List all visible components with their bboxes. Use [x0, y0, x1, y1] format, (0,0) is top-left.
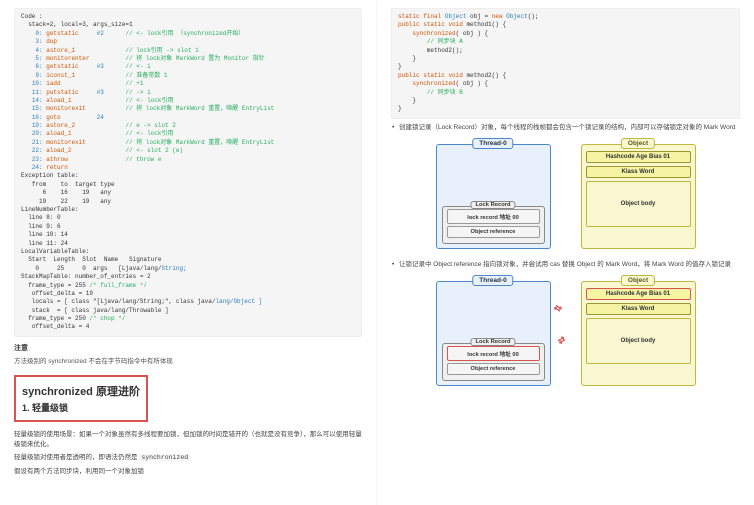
bytecode-line: 0: getstatic #2 // <- lock引用 （synchroniz… [21, 30, 355, 38]
exc-row: 19 22 19 any [21, 198, 355, 206]
cell-lockrecord-addr: lock record 地址 00 [447, 209, 540, 224]
stack-info: stack=2, local=3, args_size=1 [21, 21, 355, 29]
code-line: method2(); [398, 47, 733, 55]
para-scenario: 轻量级锁的使用场景：如果一个对象虽然有多线程要加锁，但加锁的时间是错开的（也就是… [14, 430, 362, 450]
bytecode-line: 15: monitorexit // 将 lock对象 MarkWord 重置，… [21, 105, 355, 113]
thread0-title: Thread-0 [472, 138, 513, 149]
code-line: synchronized( obj ) { [398, 80, 733, 88]
thread0-title: Thread-0 [472, 275, 513, 286]
bytecode-line: 9: iconst_1 // 准备常数 1 [21, 72, 355, 80]
thread0-panel: Thread-0 Lock Record lock record 地址 00 O… [436, 281, 551, 386]
smt-stack: stack = [ class java/lang/Throwable ] [21, 307, 355, 315]
note-text: 方法级别的 synchronized 不会在字节码指令中有所体现 [14, 355, 362, 365]
lnt-row: line 8: 0 [21, 214, 355, 222]
lvt-row: 0 25 0 args [Ljava/lang/String; [21, 265, 355, 273]
code-line: public static void method1() { [398, 21, 733, 29]
diagram-cas-swap: Thread-0 Lock Record lock record 地址 00 O… [436, 273, 696, 393]
smt-frame1: frame_type = 255 /* full_frame */ [21, 282, 355, 290]
bytecode-line: 20: aload_1 // <- lock引用 [21, 130, 355, 138]
cell-klass: Klass Word [586, 303, 691, 315]
smt-header: StackMapTable: number_of_entries = 2 [21, 273, 355, 281]
para-assume: 假设有两个方法同步块，利用同一个对象加锁 [14, 467, 362, 477]
right-page: static final Object obj = new Object();p… [377, 0, 754, 505]
lnt-row: line 11: 24 [21, 240, 355, 248]
lock-record-panel: Lock Record lock record 地址 00 Object ref… [442, 343, 545, 381]
smt-locals: locals = [ class "[Ljava/lang/String;", … [21, 298, 355, 306]
cell-hashcode: Hashcode Age Bias 01 [586, 288, 691, 300]
heading-lightlock: 1. 轻量级锁 [22, 401, 140, 414]
left-page: Code : stack=2, local=3, args_size=1 0: … [0, 0, 377, 505]
exception-header: Exception table: [21, 172, 355, 180]
bytecode-line: 6: getstatic #3 // <- i [21, 63, 355, 71]
thread0-panel: Thread-0 Lock Record lock record 地址 00 O… [436, 144, 551, 249]
cas-arrow-icon: ⇄ [551, 302, 563, 315]
object-panel: Object Hashcode Age Bias 01 Klass Word O… [581, 281, 696, 386]
cell-object-reference: Object reference [447, 226, 540, 238]
lock-record-title: Lock Record [470, 338, 515, 346]
code-line: // 同步块 B [398, 89, 733, 97]
code-line: static final Object obj = new Object(); [398, 13, 733, 21]
smt-off1: offset_delta = 19 [21, 290, 355, 298]
para-transparent: 轻量级锁对使用者是透明的，即语法仍然是 synchronized [14, 453, 362, 463]
bullet-create-lockrecord: 创建锁记录（Lock Record）对象，每个线程的栈帧都会包含一个锁记录的结构… [399, 123, 740, 132]
exc-row: 6 16 19 any [21, 189, 355, 197]
bytecode-line: 16: goto 24 [21, 114, 355, 122]
diagram-before-cas: Thread-0 Lock Record lock record 地址 00 O… [436, 136, 696, 256]
bytecode-block: Code : stack=2, local=3, args_size=1 0: … [14, 8, 362, 337]
bullet-cas-reference: 让锁记录中 Object reference 指向锁对象，并尝试用 cas 替换… [399, 260, 740, 269]
object-title: Object [621, 275, 655, 286]
bytecode-line: 24: return [21, 164, 355, 172]
cell-lockrecord-addr: lock record 地址 00 [447, 346, 540, 361]
lock-record-panel: Lock Record lock record 地址 00 Object ref… [442, 206, 545, 244]
cell-object-reference: Object reference [447, 363, 540, 375]
exception-cols: from to target type [21, 181, 355, 189]
lnt-row: line 10: 14 [21, 231, 355, 239]
bytecode-line: 3: dup [21, 38, 355, 46]
cell-object-body: Object body [586, 181, 691, 227]
lock-record-title: Lock Record [470, 201, 515, 209]
code-line: synchronized( obj ) { [398, 30, 733, 38]
note-title: 注意 [14, 343, 362, 353]
code-line: } [398, 105, 733, 113]
bytecode-line: 23: athrow // throw e [21, 156, 355, 164]
smt-off2: offset_delta = 4 [21, 323, 355, 331]
bytecode-line: 22: aload_2 // <- slot 2 (e) [21, 147, 355, 155]
lnt-row: line 9: 6 [21, 223, 355, 231]
cell-object-body: Object body [586, 318, 691, 364]
cas-arrow-icon: ⇄ [555, 334, 567, 347]
code-label: Code : [21, 13, 355, 21]
bytecode-line: 11: putstatic #3 // -> i [21, 89, 355, 97]
lvt-cols: Start Length Slot Name Signature [21, 256, 355, 264]
lvt-header: LocalVariableTable: [21, 248, 355, 256]
code-line: } [398, 63, 733, 71]
object-panel: Object Hashcode Age Bias 01 Klass Word O… [581, 144, 696, 249]
annotation-box: synchronized 原理进阶 1. 轻量级锁 [14, 375, 148, 422]
object-title: Object [621, 138, 655, 149]
cell-hashcode: Hashcode Age Bias 01 [586, 151, 691, 163]
code-line: } [398, 97, 733, 105]
code-line: public static void method2() { [398, 72, 733, 80]
cell-klass: Klass Word [586, 166, 691, 178]
smt-frame2: frame_type = 250 /* chop */ [21, 315, 355, 323]
heading-advanced: synchronized 原理进阶 [22, 383, 140, 399]
lnt-header: LineNumberTable: [21, 206, 355, 214]
bytecode-line: 4: astore_1 // lock引用 -> slot 1 [21, 47, 355, 55]
code-line: } [398, 55, 733, 63]
java-code-block: static final Object obj = new Object();p… [391, 8, 740, 119]
bytecode-line: 21: monitorexit // 将 lock对象 MarkWord 重置，… [21, 139, 355, 147]
bytecode-line: 10: iadd // +1 [21, 80, 355, 88]
code-line: // 同步块 A [398, 38, 733, 46]
bytecode-line: 5: monitorenter // 将 lock对象 MarkWord 置为 … [21, 55, 355, 63]
